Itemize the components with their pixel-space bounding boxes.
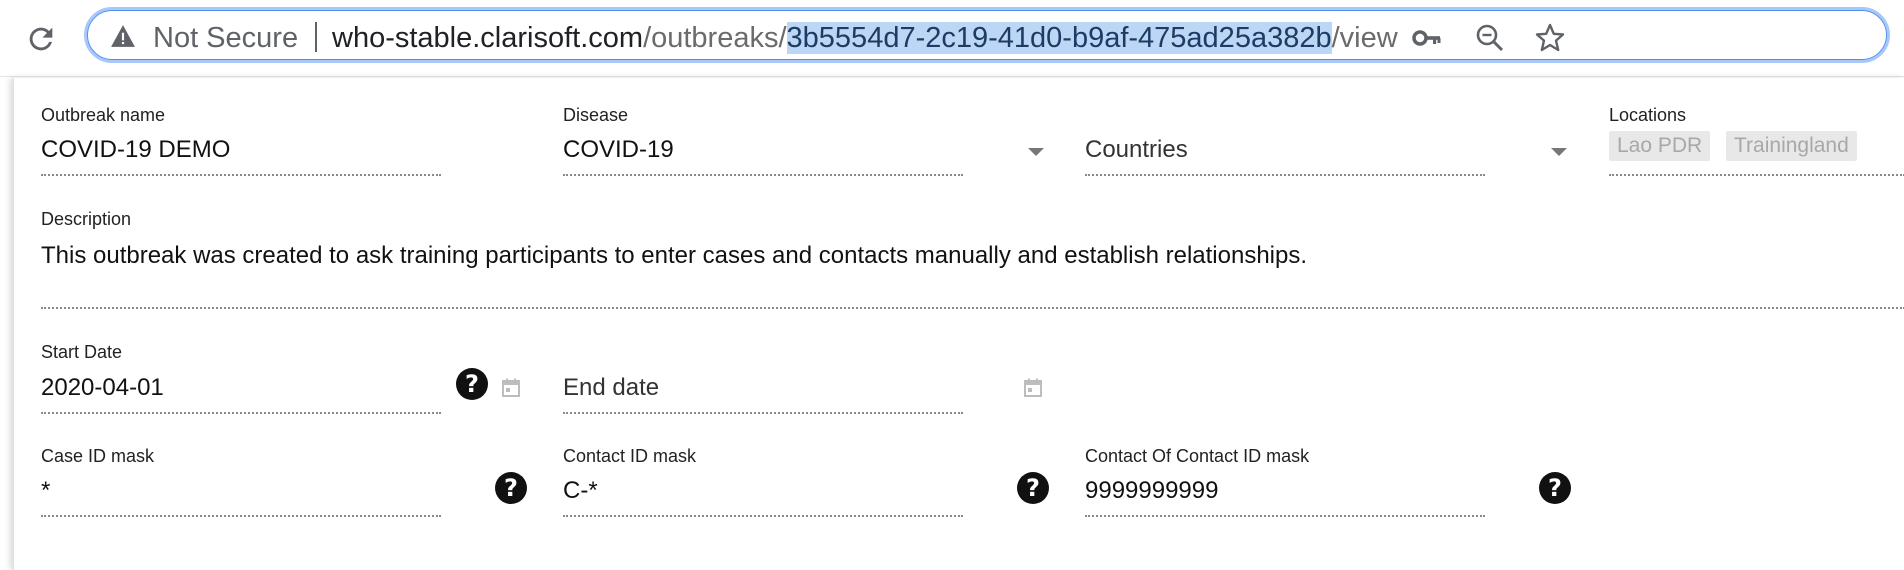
outbreak-name-value: COVID-19 DEMO: [41, 136, 231, 163]
url-host: who-stable.clarisoft.com: [332, 22, 644, 54]
contact-id-mask-value: C-*: [563, 477, 598, 504]
contact-of-contact-id-mask-help-icon[interactable]: ?: [1539, 472, 1571, 504]
countries-underline: [1085, 174, 1485, 176]
case-id-mask-help-icon[interactable]: ?: [495, 472, 527, 504]
address-bar[interactable]: Not Secure who-stable.clarisoft.com/outb…: [84, 7, 1890, 63]
outbreak-view-panel: Outbreak name COVID-19 DEMO Disease COVI…: [13, 78, 1904, 570]
url-selected-id: 3b5554d7-2c19-41d0-b9af-475ad25a382b: [786, 22, 1332, 54]
end-date-calendar-icon[interactable]: [1023, 378, 1043, 398]
warning-icon[interactable]: [110, 24, 136, 48]
url-text[interactable]: who-stable.clarisoft.com/outbreaks/3b555…: [332, 21, 1398, 55]
end-date-underline: [563, 412, 963, 414]
zoom-out-icon[interactable]: [1474, 22, 1506, 54]
outbreak-name-label: Outbreak name: [41, 105, 166, 125]
disease-dropdown-icon[interactable]: [1028, 148, 1044, 156]
security-label[interactable]: Not Secure: [153, 21, 298, 55]
start-date-label: Start Date: [41, 342, 123, 362]
case-id-mask-underline: [41, 515, 441, 517]
end-date-placeholder: End date: [563, 374, 660, 401]
contact-id-mask-help-icon[interactable]: ?: [1017, 472, 1049, 504]
outbreak-name-underline: [41, 174, 441, 176]
contact-id-mask-underline: [563, 515, 963, 517]
description-label: Description: [41, 209, 132, 229]
disease-underline: [563, 174, 963, 176]
countries-dropdown-icon[interactable]: [1551, 148, 1567, 156]
start-date-underline: [41, 412, 441, 414]
countries-placeholder: Countries: [1085, 136, 1188, 163]
start-date-value: 2020-04-01: [41, 374, 164, 401]
description-underline: [41, 307, 1904, 309]
contact-of-contact-id-mask-label: Contact Of Contact ID mask: [1085, 446, 1310, 466]
contact-of-contact-id-mask-underline: [1085, 515, 1485, 517]
start-date-help-icon[interactable]: ?: [456, 368, 488, 400]
url-path-suffix: /view: [1331, 22, 1398, 54]
location-chip[interactable]: Lao PDR: [1609, 131, 1711, 161]
url-path-prefix: /outbreaks/: [643, 22, 787, 54]
case-id-mask-value: *: [41, 477, 51, 504]
locations-label: Locations: [1609, 105, 1687, 125]
star-icon[interactable]: [1534, 22, 1566, 54]
location-chip[interactable]: Trainingland: [1726, 131, 1857, 161]
contact-of-contact-id-mask-value: 9999999999: [1085, 477, 1219, 504]
address-divider: [315, 22, 317, 52]
start-date-calendar-icon[interactable]: [501, 378, 521, 398]
disease-value: COVID-19: [563, 136, 674, 163]
case-id-mask-label: Case ID mask: [41, 446, 155, 466]
description-value: This outbreak was created to ask trainin…: [41, 242, 1308, 269]
browser-toolbar: Not Secure who-stable.clarisoft.com/outb…: [0, 0, 1904, 77]
locations-underline: [1609, 174, 1904, 176]
disease-label: Disease: [563, 105, 629, 125]
key-icon[interactable]: [1411, 22, 1443, 54]
reload-icon[interactable]: [24, 22, 58, 56]
contact-id-mask-label: Contact ID mask: [563, 446, 697, 466]
